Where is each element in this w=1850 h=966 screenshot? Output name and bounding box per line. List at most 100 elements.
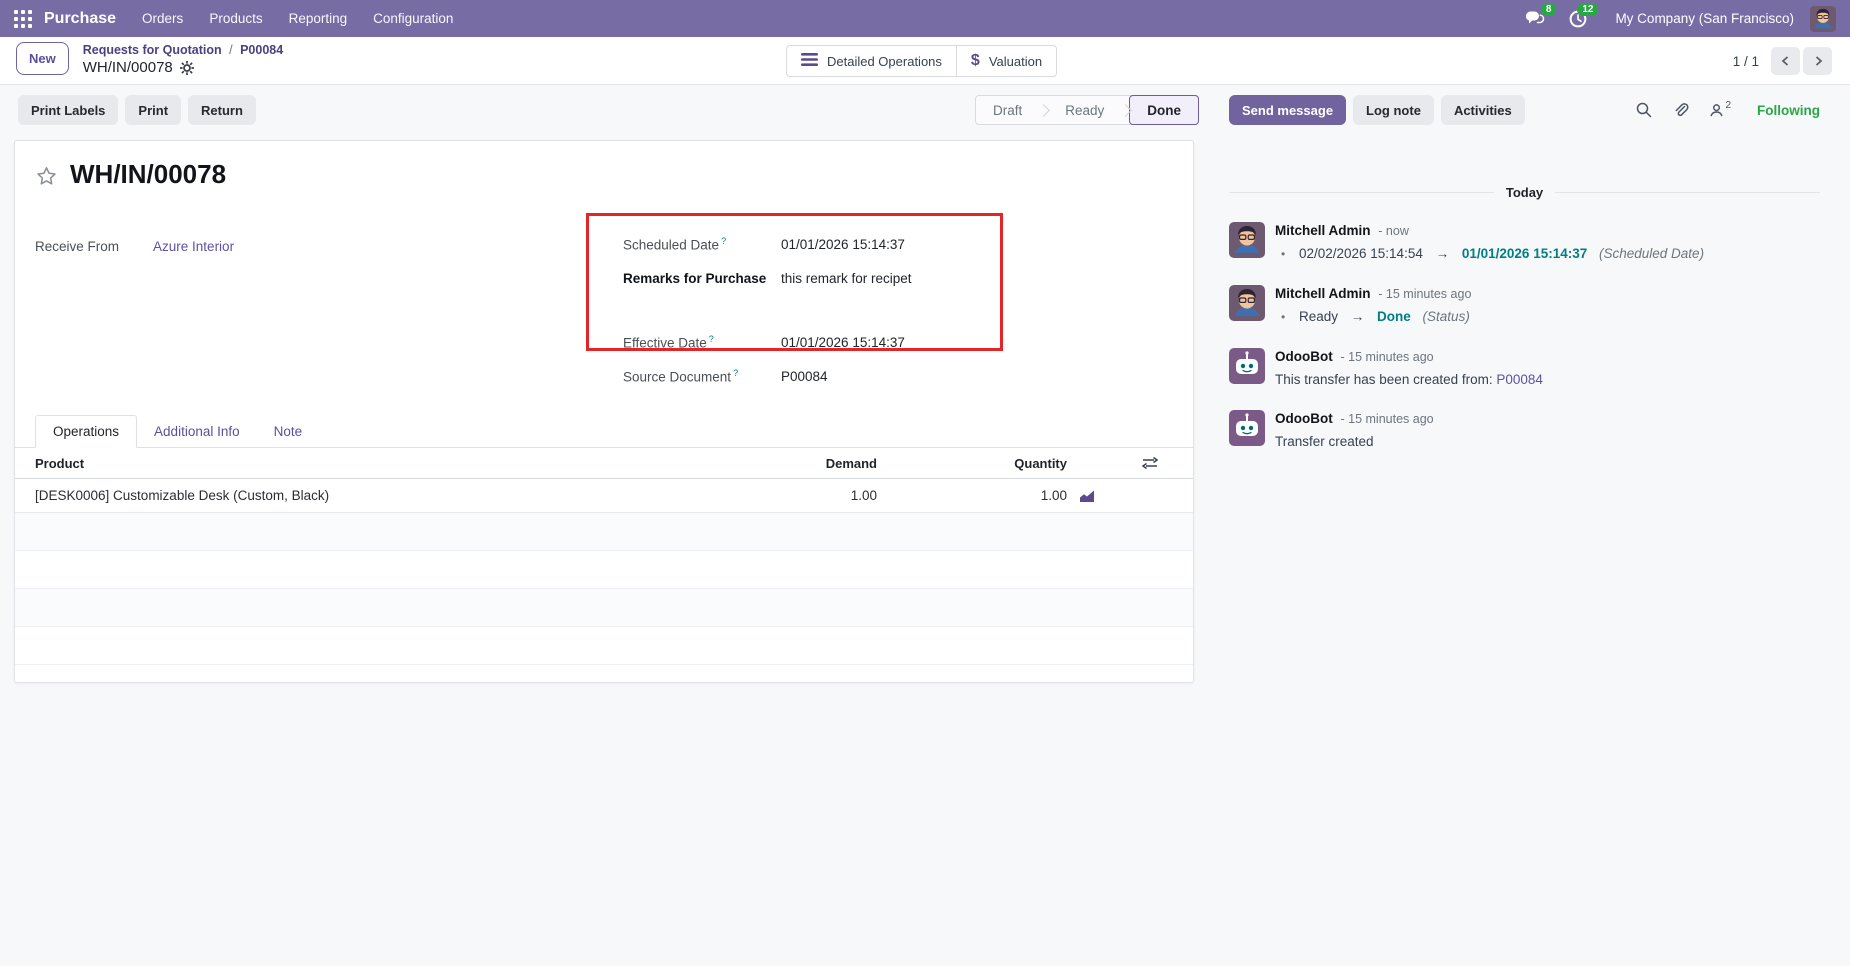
log-note-button[interactable]: Log note [1353, 95, 1434, 125]
source-document-label: Source Document? [623, 367, 739, 385]
followers-icon[interactable]: 2 [1709, 99, 1731, 118]
company-switcher[interactable]: My Company (San Francisco) [1615, 11, 1794, 26]
new-button[interactable]: New [16, 42, 69, 75]
print-button[interactable]: Print [125, 95, 182, 125]
favorite-star-icon[interactable] [35, 165, 58, 188]
breadcrumb-parent-link[interactable]: Requests for Quotation [83, 43, 222, 57]
scheduled-date-row: Scheduled Date? 01/01/2026 15:14:37 [623, 227, 1018, 261]
send-message-button[interactable]: Send message [1229, 95, 1347, 125]
pager-value: 1 / 1 [1732, 53, 1759, 69]
effective-date-value[interactable]: 01/01/2026 15:14:37 [781, 335, 905, 350]
status-step-draft[interactable]: Draft [976, 103, 1039, 118]
message-author[interactable]: Mitchell Admin [1275, 223, 1371, 238]
form-sheet: WH/IN/00078 Receive From Azure Interior … [14, 140, 1194, 683]
message-body: Transfer created [1275, 433, 1434, 450]
remarks-value[interactable]: this remark for recipet [781, 271, 912, 286]
help-marker-icon: ? [733, 367, 739, 378]
activities-clock-icon[interactable]: 12 [1569, 2, 1599, 28]
tab-operations[interactable]: Operations [35, 415, 138, 448]
followers-count: 2 [1725, 99, 1731, 111]
breadcrumb-current: WH/IN/00078 [82, 59, 173, 76]
menu-configuration[interactable]: Configuration [373, 11, 453, 26]
form-column: Print Labels Print Return Draft Ready Do… [0, 85, 1213, 966]
receive-from-value-link[interactable]: Azure Interior [153, 239, 234, 254]
message-body: This transfer has been created from: P00… [1275, 371, 1543, 388]
activities-button[interactable]: Activities [1440, 95, 1525, 125]
message-note: OdooBot - 15 minutes ago This transfer h… [1229, 348, 1820, 388]
tab-additional-info[interactable]: Additional Info [137, 416, 257, 447]
message-time: - 15 minutes ago [1340, 412, 1434, 426]
odoobot-avatar[interactable] [1229, 410, 1265, 446]
column-header-quantity[interactable]: Quantity [877, 456, 1067, 471]
smart-button-group: Detailed Operations $ Valuation [786, 45, 1058, 77]
tab-note[interactable]: Note [257, 416, 320, 447]
notebook-tabs: Operations Additional Info Note [15, 413, 1193, 448]
column-header-product[interactable]: Product [15, 456, 757, 471]
message-author[interactable]: Mitchell Admin [1275, 286, 1371, 301]
user-avatar[interactable] [1810, 5, 1836, 32]
product-cell[interactable]: [DESK0006] Customizable Desk (Custom, Bl… [15, 488, 757, 503]
tracking-old-value: Ready [1298, 309, 1338, 324]
remarks-label: Remarks for Purchase [623, 270, 767, 286]
attachment-paperclip-icon[interactable] [1672, 102, 1689, 119]
status-step-ready[interactable]: Ready [1048, 103, 1121, 118]
quantity-cell[interactable]: 1.00 [877, 488, 1067, 503]
scheduled-date-value[interactable]: 01/01/2026 15:14:37 [781, 237, 905, 252]
optional-columns-icon[interactable] [1107, 456, 1193, 470]
valuation-button[interactable]: $ Valuation [955, 45, 1058, 77]
list-icon [801, 53, 818, 69]
app-name[interactable]: Purchase [44, 10, 116, 28]
pager-previous-button[interactable] [1771, 47, 1800, 75]
column-header-demand[interactable]: Demand [757, 456, 877, 471]
table-row[interactable]: [DESK0006] Customizable Desk (Custom, Bl… [15, 479, 1193, 513]
author-avatar[interactable] [1229, 285, 1265, 321]
source-document-value[interactable]: P00084 [781, 369, 828, 384]
empty-row [15, 589, 1193, 627]
control-panel: New Requests for Quotation / P00084 WH/I… [0, 37, 1850, 85]
message-tracking: Mitchell Admin - 15 minutes ago Ready → … [1229, 285, 1820, 326]
menu-reporting[interactable]: Reporting [289, 11, 348, 26]
message-thread: Today Mitchell Admin - now 02/02/2026 15… [1229, 185, 1821, 450]
remarks-row: Remarks for Purchase this remark for rec… [623, 261, 1018, 295]
effective-date-row: Effective Date? 01/01/2026 15:14:37 [623, 325, 1018, 359]
menu-products[interactable]: Products [209, 11, 262, 26]
operations-table: Product Demand Quantity [DESK0006] Custo… [15, 448, 1193, 682]
valuation-label: Valuation [988, 53, 1043, 69]
message-time: - 15 minutes ago [1340, 350, 1434, 364]
breadcrumb-separator: / [229, 43, 233, 57]
detailed-operations-button[interactable]: Detailed Operations [786, 45, 956, 77]
message-document-link[interactable]: P00084 [1496, 372, 1543, 387]
date-divider-label: Today [1505, 185, 1544, 200]
print-labels-button[interactable]: Print Labels [18, 95, 119, 125]
message-note: OdooBot - 15 minutes ago Transfer create… [1229, 410, 1820, 450]
quantity-history-chart-icon[interactable] [1067, 489, 1107, 503]
message-author[interactable]: OdooBot [1275, 349, 1333, 364]
menu-orders[interactable]: Orders [142, 11, 183, 26]
field-gap [623, 295, 1018, 325]
search-messages-icon[interactable] [1636, 102, 1652, 118]
following-toggle[interactable]: Following [1757, 103, 1820, 118]
form-action-row: Print Labels Print Return Draft Ready Do… [14, 95, 1199, 125]
breadcrumb-ref-link[interactable]: P00084 [240, 43, 283, 57]
gear-icon[interactable] [179, 61, 194, 75]
author-avatar[interactable] [1229, 222, 1265, 258]
receive-from-label: Receive From [35, 239, 120, 254]
demand-cell[interactable]: 1.00 [757, 488, 877, 503]
pager-next-button[interactable] [1803, 47, 1832, 75]
messages-icon[interactable]: 8 [1525, 3, 1557, 27]
dollar-icon: $ [970, 52, 980, 69]
odoobot-avatar[interactable] [1229, 348, 1265, 384]
source-document-row: Source Document? P00084 [623, 359, 1018, 393]
right-field-group: Scheduled Date? 01/01/2026 15:14:37 Rema… [623, 227, 1018, 393]
tracking-new-value: Done [1377, 309, 1411, 324]
apps-grid-icon[interactable] [14, 9, 32, 28]
tracking-field-name: (Scheduled Date) [1599, 246, 1705, 261]
message-author[interactable]: OdooBot [1275, 411, 1333, 426]
breadcrumb: Requests for Quotation / P00084 WH/IN/00… [83, 42, 283, 78]
help-marker-icon: ? [708, 333, 714, 344]
tracking-change: 02/02/2026 15:14:54 → 01/01/2026 15:14:3… [1275, 245, 1704, 263]
empty-row [15, 551, 1193, 589]
empty-row [15, 513, 1193, 551]
return-button[interactable]: Return [188, 95, 256, 125]
status-step-done[interactable]: Done [1129, 95, 1199, 125]
